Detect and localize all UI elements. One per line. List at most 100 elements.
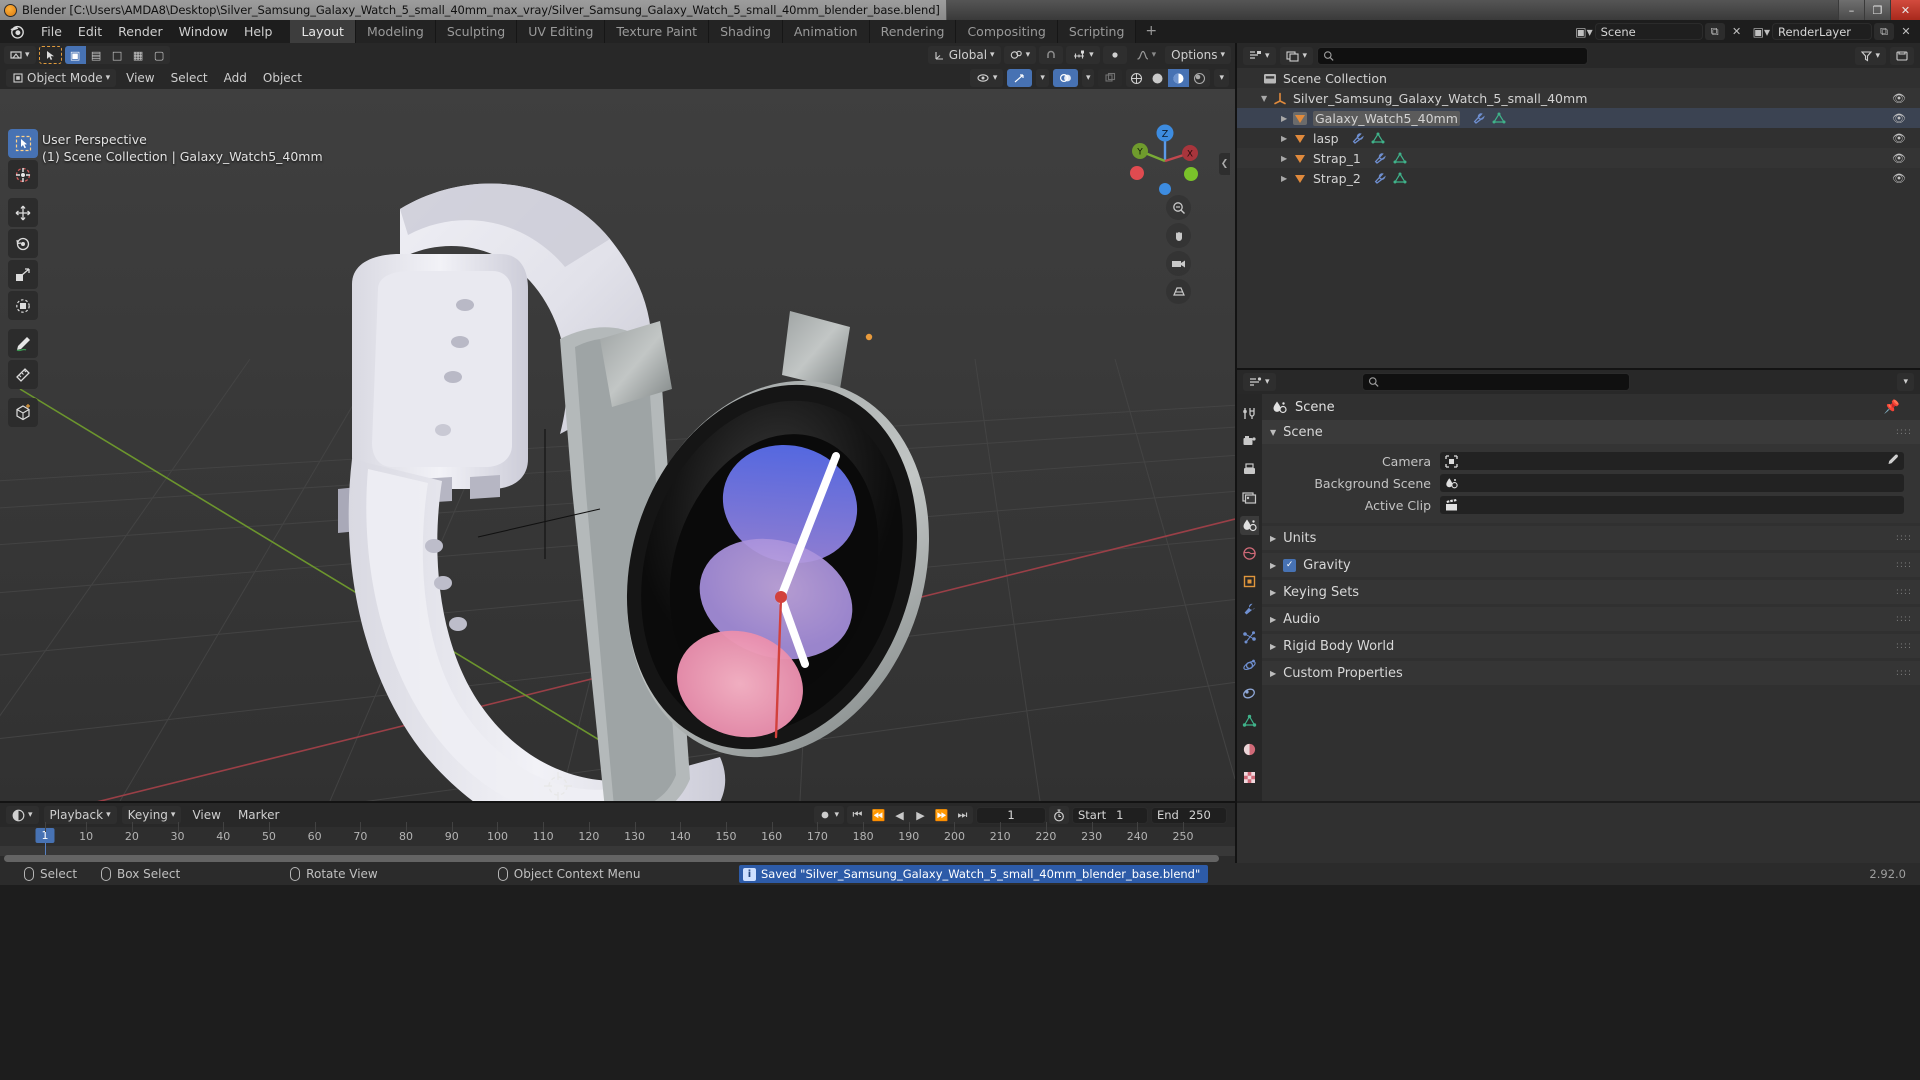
minimize-button[interactable]: – [1838,0,1864,20]
object-visibility-selector[interactable]: ▾ [969,69,1004,87]
outliner-row-scene-collection[interactable]: Scene Collection [1237,68,1920,88]
unlink-view-layer-button[interactable]: ✕ [1896,23,1916,40]
visibility-eye-icon[interactable]: 👁 [1892,152,1906,165]
workspace-tab-shading[interactable]: Shading [709,20,783,43]
panel-grip-icon[interactable]: :::: [1896,534,1912,543]
timeline-playback-controls[interactable]: ▾ ⏮ ⏪ ◀ ▶ ⏩ ⏭ 1 Start 1 End 250 [814,806,1227,824]
play-reverse-icon[interactable]: ◀ [889,806,910,824]
property-row-background-scene[interactable]: Background Scene [1262,473,1904,493]
constraints-icon[interactable] [1240,684,1259,703]
transform-tool[interactable] [8,291,38,320]
workspace-tab-compositing[interactable]: Compositing [956,20,1058,43]
view-layer-browse-icon[interactable]: ▣▾ [1753,25,1770,39]
workspace-tab-texture-paint[interactable]: Texture Paint [605,20,710,43]
select-set-icon[interactable]: ▣ [64,46,86,64]
panel-grip-icon[interactable]: :::: [1896,428,1912,437]
visibility-eye-icon[interactable]: 👁 [1892,172,1906,185]
material-preview-shading-icon[interactable] [1168,69,1190,87]
viewport-scene-canvas[interactable] [0,89,1235,801]
outliner-search-input[interactable] [1317,46,1589,65]
particles-icon[interactable] [1240,628,1259,647]
properties-options-dropdown[interactable]: ▾ [1897,373,1914,391]
select-extend-icon[interactable]: ▤ [86,46,107,64]
panel-grip-icon[interactable]: :::: [1896,561,1912,570]
gizmo-toggle-button[interactable] [1007,69,1033,87]
viewport-options-button[interactable]: Options ▾ [1165,46,1231,64]
camera-field[interactable] [1440,452,1904,470]
solid-shading-icon[interactable] [1147,69,1168,87]
select-subtract-icon[interactable]: □ [107,46,128,64]
editor-seam-vertical[interactable] [1235,43,1237,863]
gravity-checkbox[interactable]: ✓ [1283,558,1297,572]
annotate-tool[interactable] [8,329,38,358]
zoom-icon[interactable] [1166,195,1191,220]
maximize-button[interactable]: ❐ [1864,0,1890,20]
pin-icon[interactable]: 📌 [1884,400,1900,415]
viewport-menu-add[interactable]: Add [218,69,253,87]
outliner-editor-type-selector[interactable]: ▾ [1243,46,1276,65]
move-tool[interactable] [8,198,38,227]
world-icon[interactable] [1240,544,1259,563]
output-icon[interactable] [1240,460,1259,479]
disclosure-triangle-icon[interactable]: ▶ [1281,114,1293,123]
next-keyframe-icon[interactable]: ⏩ [931,806,952,824]
workspace-tab-animation[interactable]: Animation [782,20,870,43]
auto-keying-button[interactable]: ▾ [814,806,844,824]
scene-selector[interactable]: Scene [1594,23,1703,40]
navigation-gizmo[interactable]: Z Y X [1125,121,1205,201]
timeline-editor[interactable]: ▾ Playback ▾ Keying ▾ View Marker ▾ ⏮ ⏪ ◀ … [0,803,1235,863]
outliner-search-field[interactable] [1334,48,1583,63]
menu-window[interactable]: Window [171,22,236,41]
add-cube-tool[interactable] [8,398,38,427]
panel-header-rigid-body-world[interactable]: ▶ Rigid Body World :::: [1262,634,1920,658]
scene-browse-icon[interactable]: ▣▾ [1575,25,1592,39]
use-preview-range-icon[interactable] [1049,806,1069,824]
select-invert-icon[interactable]: ▦ [128,46,149,64]
editor-type-selector[interactable]: ▾ [4,46,36,64]
menu-edit[interactable]: Edit [70,22,110,41]
wireframe-shading-icon[interactable] [1126,69,1147,87]
pan-hand-icon[interactable] [1166,223,1191,248]
timeline-menu-keying[interactable]: Keying ▾ [121,806,182,824]
properties-search-field[interactable] [1379,375,1624,389]
shading-options-dropdown[interactable]: ▾ [1214,69,1229,87]
overlay-options-dropdown[interactable]: ▾ [1081,69,1095,87]
panel-header-gravity[interactable]: ▶ ✓ Gravity :::: [1262,553,1920,577]
timeline-ruler[interactable]: 1102030405060708090100110120130140150160… [0,827,1235,846]
outliner-row-lasp[interactable]: ▶ lasp 👁 [1237,128,1920,148]
rotate-tool[interactable] [8,229,38,258]
data-icon[interactable] [1240,712,1259,731]
menu-file[interactable]: File [33,22,70,41]
visibility-eye-icon[interactable]: 👁 [1892,92,1906,105]
viewport-toolbar[interactable] [8,129,38,427]
properties-editor-type-selector[interactable]: ▾ [1243,373,1276,391]
outliner-row-strap-1[interactable]: ▶ Strap_1 👁 [1237,148,1920,168]
properties-editor[interactable]: ▾ ▾ Scene 📌 ▼ Scene:::: Camera Backgrou… [1237,370,1920,801]
panel-grip-icon[interactable]: :::: [1896,615,1912,624]
select-intersect-icon[interactable]: ▢ [149,46,170,64]
workspace-tab-layout[interactable]: Layout [290,20,356,43]
panel-grip-icon[interactable]: :::: [1896,642,1912,651]
xray-toggle-button[interactable] [1098,69,1123,87]
tweak-tool-header-button[interactable] [38,46,62,64]
transform-orientation-selector[interactable]: Global ▾ [927,46,1001,64]
physics-icon[interactable] [1240,656,1259,675]
panel-header-audio[interactable]: ▶ Audio :::: [1262,607,1920,631]
panel-header-keying-sets[interactable]: ▶ Keying Sets :::: [1262,580,1920,604]
snap-pivot-selector[interactable]: ▾ [1003,46,1037,64]
tweak-select-tool[interactable] [8,129,38,158]
timeline-menu-view[interactable]: View [186,806,226,824]
outliner-tree[interactable]: Scene Collection ▼ Silver_Samsung_Galaxy… [1237,68,1920,188]
proportional-edit-button[interactable] [1102,46,1127,64]
panel-grip-icon[interactable]: :::: [1896,588,1912,597]
snap-target-selector[interactable]: ▾ [1066,46,1100,64]
overlays-toggle-button[interactable] [1052,69,1078,87]
timeline-menu-marker[interactable]: Marker [232,806,285,824]
viewport-menu-object[interactable]: Object [257,69,308,87]
outliner-row-silver-samsung-galaxy-watch-5-small-40mm[interactable]: ▼ Silver_Samsung_Galaxy_Watch_5_small_40… [1237,88,1920,108]
menu-render[interactable]: Render [110,22,171,41]
tool-icon[interactable] [1240,404,1259,423]
workspace-tab-scripting[interactable]: Scripting [1057,20,1137,43]
current-frame-field[interactable]: 1 [976,806,1046,824]
texture-icon[interactable] [1240,768,1259,787]
